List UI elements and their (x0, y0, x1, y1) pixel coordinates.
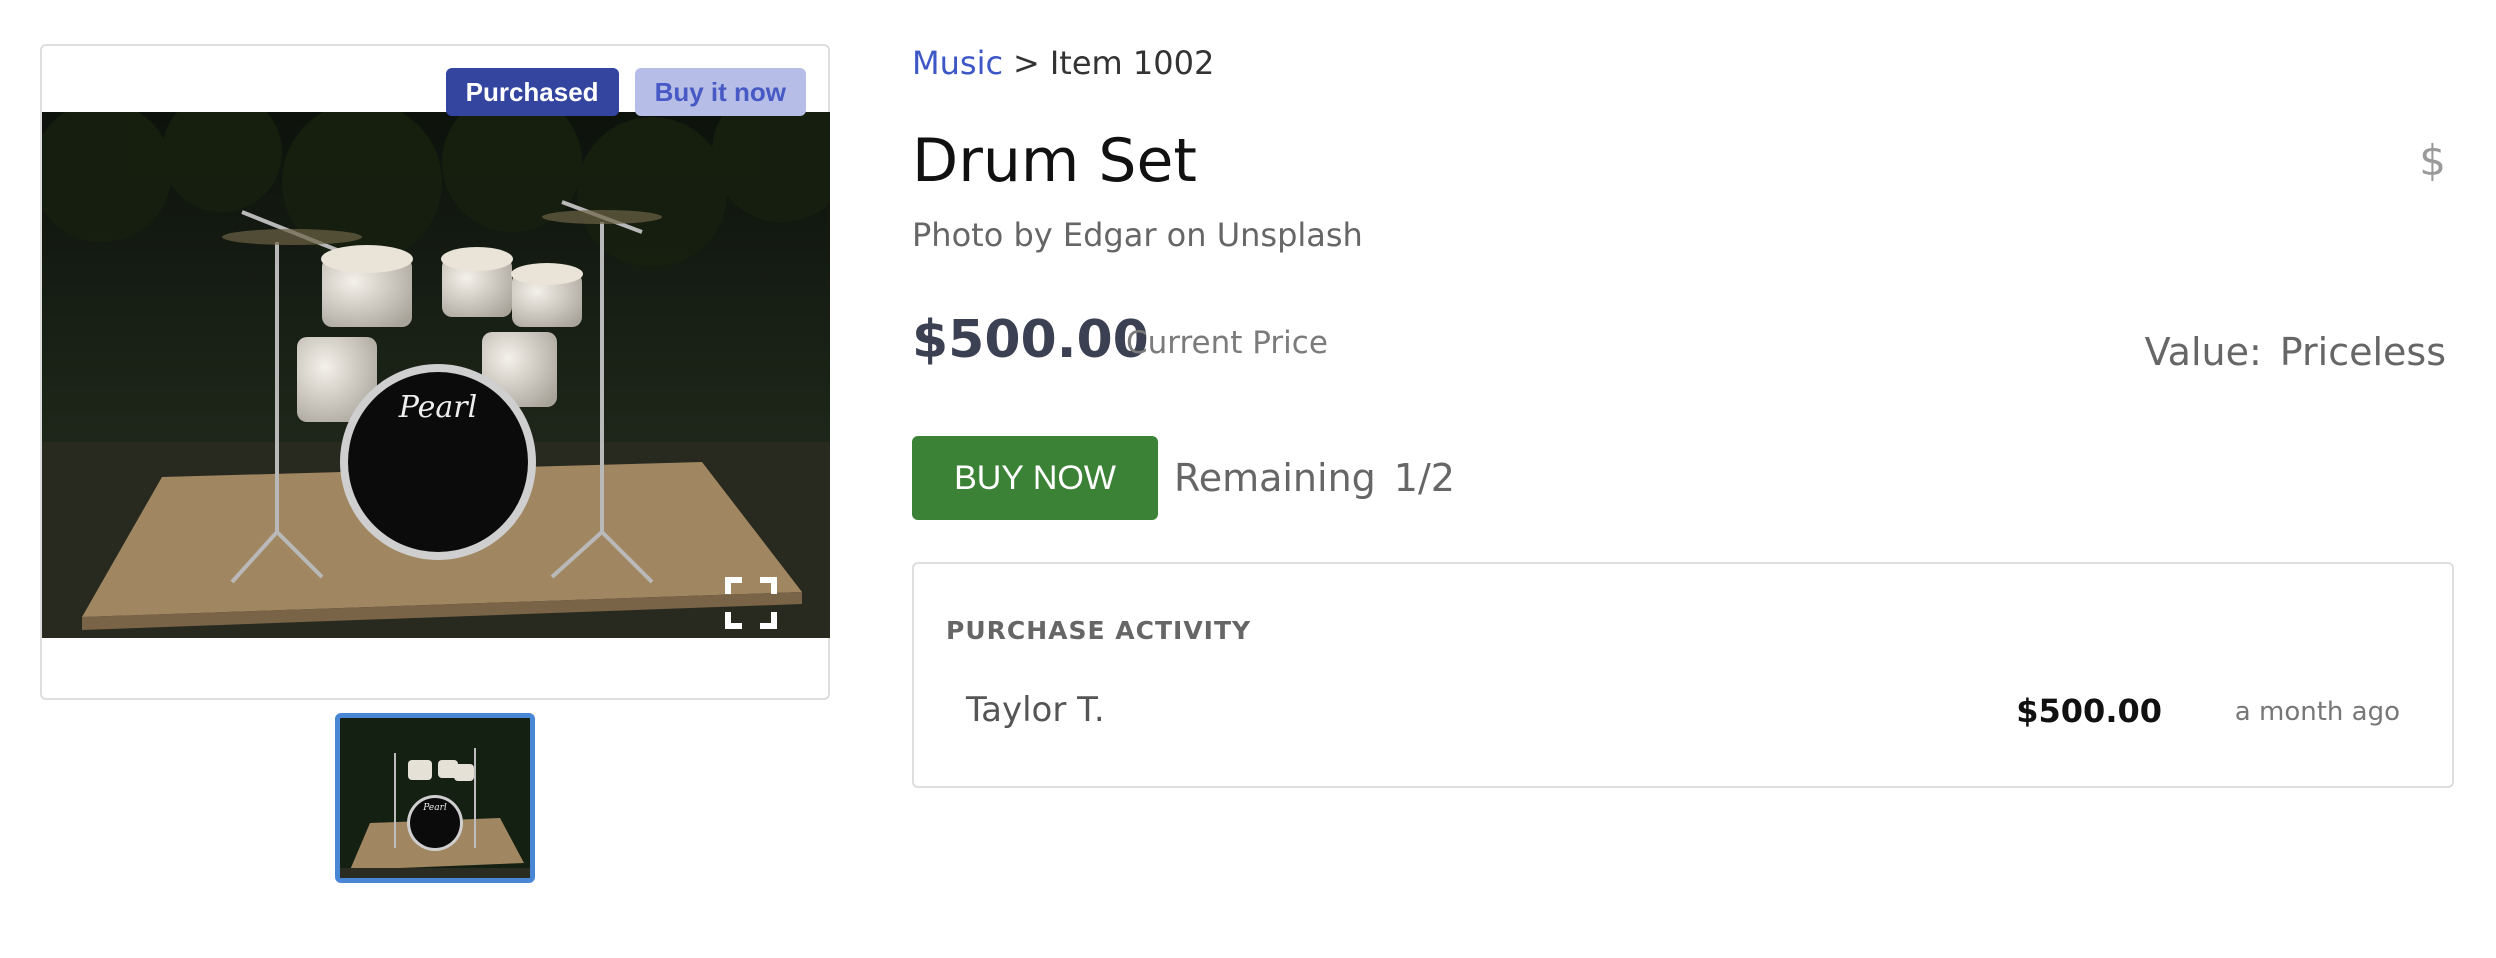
photo-credit: Photo by Edgar on Unsplash (912, 216, 1363, 254)
breadcrumb: Music > Item 1002 (912, 44, 1214, 82)
product-thumbnail[interactable]: Pearl (335, 713, 535, 883)
current-price: $500.00 (912, 310, 1149, 370)
svg-text:Pearl: Pearl (422, 803, 447, 813)
breadcrumb-music-link[interactable]: Music (912, 44, 1003, 82)
buy-now-button[interactable]: BUY NOW (912, 436, 1158, 520)
breadcrumb-separator: > (1013, 44, 1040, 82)
activity-time: a month ago (2234, 697, 2400, 727)
remaining-indicator: Remaining 1/2 (1174, 456, 1455, 500)
purchase-activity-panel: PURCHASE ACTIVITY Taylor T. $500.00 a mo… (912, 562, 2454, 788)
activity-amount: $500.00 (2016, 692, 2162, 730)
status-badges: Purchased Buy it now (445, 68, 806, 116)
purchased-badge: Purchased (445, 68, 619, 116)
product-photo: Pearl (42, 112, 830, 638)
activity-buyer: Taylor T. (966, 690, 1105, 730)
expand-icon[interactable] (724, 576, 778, 630)
value-text: Priceless (2279, 330, 2446, 374)
value-display: Value: Priceless (2145, 330, 2446, 374)
current-price-label: Current Price (1126, 325, 1328, 361)
value-label: Value: (2144, 330, 2262, 374)
product-media-card: Purchased Buy it now Pearl (40, 44, 830, 700)
product-title: Drum Set (912, 126, 1197, 196)
buy-it-now-badge: Buy it now (634, 68, 806, 116)
remaining-label: Remaining (1174, 456, 1376, 500)
breadcrumb-current-item: Item 1002 (1049, 44, 1215, 82)
purchase-activity-title: PURCHASE ACTIVITY (946, 616, 1252, 645)
svg-text:Pearl: Pearl (398, 390, 477, 425)
dollar-icon[interactable]: $ (2419, 136, 2446, 185)
remaining-count: 1/2 (1393, 456, 1455, 500)
